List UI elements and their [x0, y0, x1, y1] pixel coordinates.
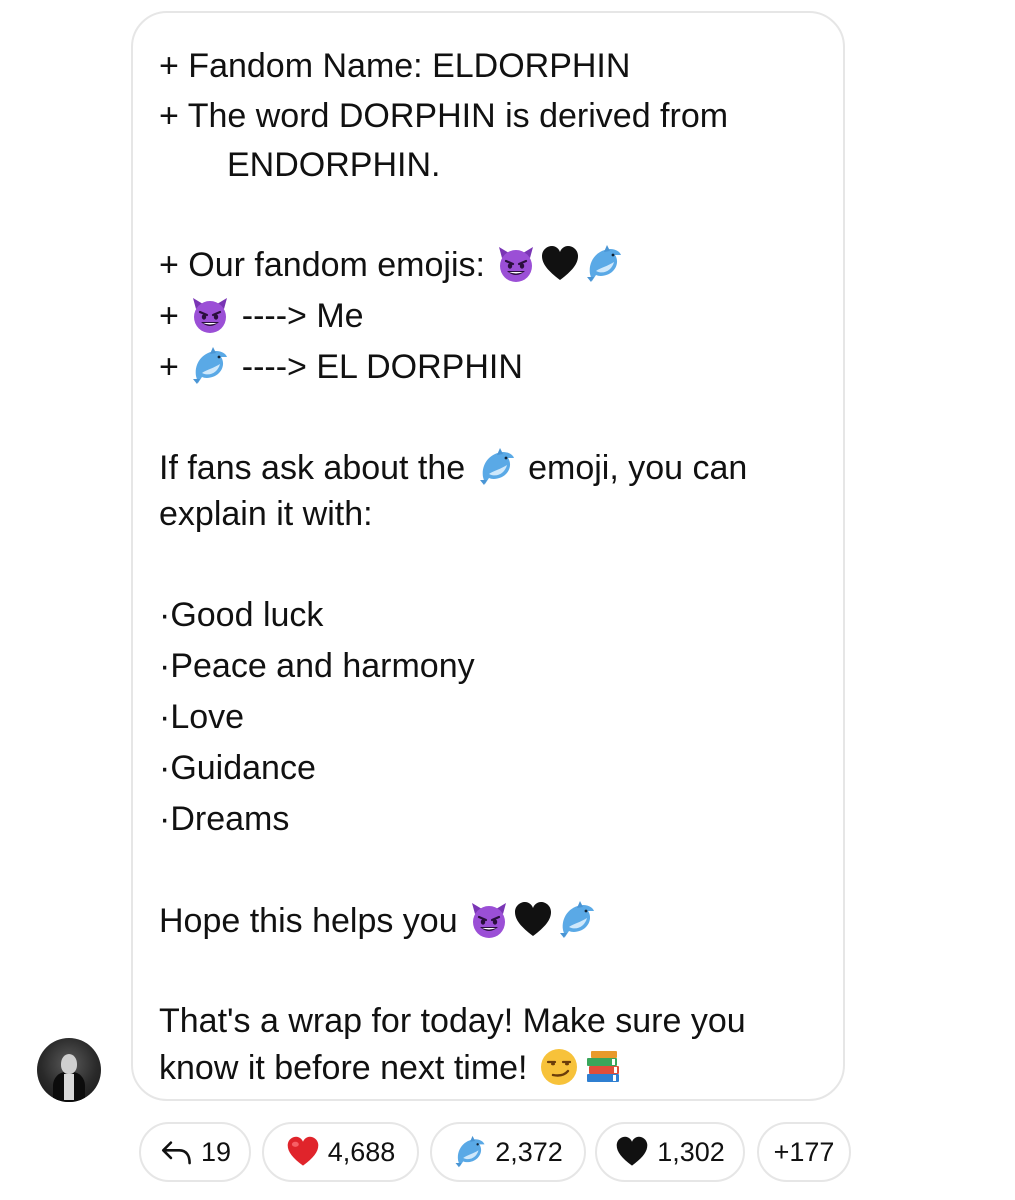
- message-line-final: know it before next time!: [159, 1047, 625, 1088]
- message-text: ----> EL DORPHIN: [241, 348, 523, 386]
- reply-arrow-icon: [159, 1135, 193, 1169]
- reaction-black-heart-button[interactable]: 1,302: [595, 1122, 745, 1182]
- more-reactions-button[interactable]: +177: [757, 1122, 851, 1182]
- reaction-count: 4,688: [327, 1136, 396, 1167]
- message-text: Hope this helps you: [159, 902, 458, 940]
- dolphin-icon: [477, 447, 517, 487]
- message-line-devil: + ----> Me: [159, 295, 364, 336]
- message-line-emojis: + Our fandom emojis:: [159, 244, 626, 285]
- smiling-devil-icon: [496, 244, 536, 284]
- smiling-devil-icon: [190, 295, 230, 335]
- message-line: If fans ask about the emoji, you can: [159, 447, 747, 488]
- message-bubble[interactable]: + Fandom Name: ELDORPHIN + The word DORP…: [131, 11, 845, 1101]
- reaction-dolphin-button[interactable]: 2,372: [430, 1122, 586, 1182]
- reply-count-button[interactable]: 19: [139, 1122, 251, 1182]
- message-line-closing: Hope this helps you: [159, 900, 599, 941]
- message-text: know it before next time!: [159, 1049, 528, 1087]
- message-text: + Our fandom emojis:: [159, 246, 485, 284]
- message-line: + The word DORPHIN is derived from: [159, 97, 729, 135]
- message-text: ----> Me: [241, 297, 364, 335]
- dolphin-icon: [557, 900, 597, 940]
- bullet-item: ·Good luck: [159, 596, 324, 634]
- reaction-bar: 19 4,688 2,372 1,302 +177: [0, 1122, 1015, 1184]
- message-line: ENDORPHIN.: [227, 146, 441, 184]
- message-line: That's a wrap for today! Make sure you: [159, 1002, 746, 1040]
- dolphin-icon: [584, 244, 624, 284]
- bullet-item: ·Dreams: [159, 800, 290, 838]
- smiling-devil-icon: [469, 900, 509, 940]
- bullet-item: ·Guidance: [159, 749, 316, 787]
- message-text: emoji, you can: [528, 449, 748, 487]
- dolphin-icon: [453, 1135, 487, 1169]
- smirk-face-icon: [539, 1047, 579, 1087]
- message-line-dolphin: + ----> EL DORPHIN: [159, 346, 523, 387]
- message-line: explain it with:: [159, 495, 373, 533]
- reply-count: 19: [200, 1136, 232, 1167]
- black-heart-icon: [615, 1135, 649, 1169]
- message-line: + Fandom Name: ELDORPHIN: [159, 47, 631, 85]
- message-text: +: [159, 297, 179, 335]
- bullet-item: ·Peace and harmony: [159, 647, 475, 685]
- dolphin-icon: [190, 346, 230, 386]
- reaction-red-heart-button[interactable]: 4,688: [262, 1122, 419, 1182]
- black-heart-icon: [540, 244, 580, 284]
- more-reactions-count: +177: [773, 1136, 835, 1167]
- reaction-count: 1,302: [657, 1136, 725, 1167]
- message-text: +: [159, 348, 179, 386]
- red-heart-icon: [286, 1135, 320, 1169]
- books-icon: [583, 1047, 623, 1087]
- message-text: If fans ask about the: [159, 449, 466, 487]
- sender-avatar[interactable]: [37, 1038, 101, 1102]
- reaction-count: 2,372: [495, 1136, 563, 1167]
- black-heart-icon: [513, 900, 553, 940]
- bullet-item: ·Love: [159, 698, 245, 736]
